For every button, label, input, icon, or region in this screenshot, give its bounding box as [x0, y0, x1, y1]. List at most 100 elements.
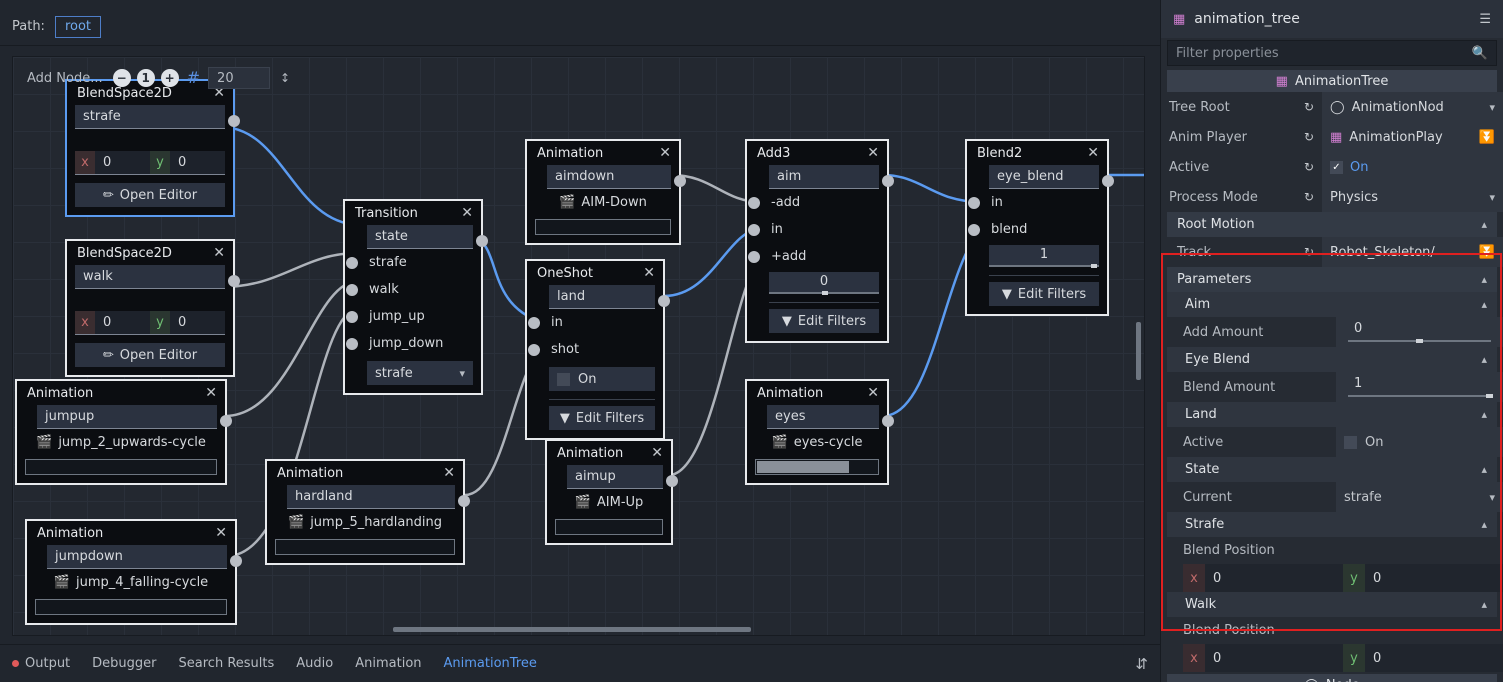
output-port[interactable] [220, 415, 232, 427]
checkbox-icon[interactable] [1344, 436, 1357, 449]
snap-stepper[interactable]: ↕ [276, 72, 290, 84]
node-titlebar[interactable]: Animation ✕ [547, 441, 671, 465]
axis-x-value[interactable]: 0 [95, 151, 150, 174]
property-row-root-motion-track[interactable]: Track ↻ Robot_Skeleton/ ⏬ [1161, 237, 1503, 267]
property-value-checkbox[interactable]: ✓ On [1322, 152, 1503, 182]
graph-node-add3[interactable]: Add3 ✕ aim -add in +add 0 [745, 139, 889, 343]
node-name-input[interactable]: land [549, 285, 655, 309]
section-eye-blend[interactable]: Eye Blend ▴ [1167, 347, 1497, 372]
input-slot[interactable]: in [535, 309, 655, 336]
bottom-tab-output[interactable]: Output [12, 656, 70, 671]
property-row-state-current[interactable]: Current strafe ▾ [1161, 482, 1503, 512]
node-titlebar[interactable]: Add3 ✕ [747, 141, 887, 165]
property-value-slider[interactable]: 1 [1336, 372, 1503, 402]
output-port[interactable] [882, 175, 894, 187]
close-icon[interactable]: ✕ [643, 266, 655, 280]
node-name-input[interactable]: jumpdown [47, 545, 227, 569]
graph-vertical-scrollbar[interactable] [1136, 322, 1141, 380]
chevron-down-icon[interactable]: ▾ [1489, 191, 1495, 204]
graph-node-blendspace2d-strafe[interactable]: BlendSpace2D ✕ strafe x 0 y 0 ✏ Open Edi… [65, 79, 235, 217]
graph-node-blendspace2d-walk[interactable]: BlendSpace2D ✕ walk x 0 y 0 ✏ Open Edito… [65, 239, 235, 377]
node-titlebar[interactable]: Blend2 ✕ [967, 141, 1107, 165]
axis-y-value[interactable]: 0 [170, 311, 225, 334]
revert-icon[interactable]: ↻ [1296, 245, 1322, 259]
close-icon[interactable]: ✕ [213, 246, 225, 260]
open-editor-button[interactable]: ✏ Open Editor [75, 343, 225, 367]
graph-node-blend2[interactable]: Blend2 ✕ eye_blend in blend 1 [965, 139, 1109, 316]
blend-position-vector[interactable]: x 0 y 0 [75, 311, 225, 335]
chevron-up-icon[interactable]: ▴ [1481, 298, 1487, 311]
input-slot[interactable]: -add [755, 189, 879, 216]
close-icon[interactable]: ✕ [443, 466, 455, 480]
blend-position-vector[interactable]: x 0 y 0 [75, 151, 225, 175]
revert-icon[interactable]: ↻ [1296, 160, 1322, 174]
chevron-up-icon[interactable]: ▴ [1481, 273, 1487, 286]
input-slot[interactable]: shot [535, 336, 655, 363]
chevron-down-icon[interactable]: ▾ [1489, 491, 1495, 504]
property-row-tree-root[interactable]: Tree Root ↻ ◯ AnimationNod ▾ [1161, 92, 1503, 122]
object-tools-icon[interactable]: ☰ [1479, 12, 1491, 27]
input-slot[interactable]: in [975, 189, 1099, 216]
slider[interactable]: 0 [1344, 321, 1495, 343]
node-name-input[interactable]: eyes [767, 405, 879, 429]
node-titlebar[interactable]: Animation ✕ [27, 521, 235, 545]
chevron-up-icon[interactable]: ▴ [1481, 463, 1487, 476]
graph-node-transition[interactable]: Transition ✕ state strafe walk jump_up [343, 199, 483, 395]
bottom-tab-debugger[interactable]: Debugger [92, 656, 156, 671]
input-port[interactable] [528, 317, 540, 329]
property-value-checkbox[interactable]: On [1336, 427, 1503, 457]
snap-value-input[interactable]: 20 [208, 67, 270, 89]
close-icon[interactable]: ✕ [867, 386, 879, 400]
graph-node-animation-aimup[interactable]: Animation ✕ aimup 🎬 AIM-Up [545, 439, 673, 545]
checkbox-icon[interactable]: ✓ [1330, 161, 1343, 174]
filter-properties-input[interactable] [1176, 46, 1472, 61]
search-icon[interactable]: 🔍 [1472, 46, 1488, 61]
slider-knob[interactable] [1416, 339, 1423, 343]
revert-icon[interactable]: ↻ [1296, 100, 1322, 114]
output-port[interactable] [674, 175, 686, 187]
graph-horizontal-scrollbar[interactable] [393, 627, 751, 632]
edit-filters-button[interactable]: ▼ Edit Filters [989, 282, 1099, 306]
property-row-aim-add-amount[interactable]: Add Amount 0 [1161, 317, 1503, 347]
input-port[interactable] [748, 224, 760, 236]
graph-node-animation-hardland[interactable]: Animation ✕ hardland 🎬 jump_5_hardlandin… [265, 459, 465, 565]
axis-x-value[interactable]: 0 [95, 311, 150, 334]
zoom-reset-button[interactable]: 1 [137, 69, 155, 87]
node-titlebar[interactable]: Animation ✕ [527, 141, 679, 165]
property-row-land-active[interactable]: Active On [1161, 427, 1503, 457]
slider-knob[interactable] [1091, 264, 1097, 268]
close-icon[interactable]: ✕ [215, 526, 227, 540]
graph-node-oneshot[interactable]: OneShot ✕ land in shot On [525, 259, 665, 440]
add-amount-slider[interactable]: 0 [769, 272, 879, 294]
close-icon[interactable]: ✕ [461, 206, 473, 220]
section-walk[interactable]: Walk ▴ [1167, 592, 1497, 617]
section-land[interactable]: Land ▴ [1167, 402, 1497, 427]
property-value-nodepath[interactable]: ▦ AnimationPlay ⏬ [1322, 122, 1503, 152]
open-editor-button[interactable]: ✏ Open Editor [75, 183, 225, 207]
node-name-input[interactable]: walk [75, 265, 225, 289]
input-port[interactable] [346, 338, 358, 350]
node-titlebar[interactable]: Animation ✕ [17, 381, 225, 405]
bottom-tab-animationtree[interactable]: AnimationTree [444, 656, 537, 671]
close-icon[interactable]: ✕ [651, 446, 663, 460]
node-name-input[interactable]: aimup [567, 465, 663, 489]
assign-node-icon[interactable]: ⏬ [1479, 245, 1495, 260]
property-value-dropdown[interactable]: Physics ▾ [1322, 182, 1503, 212]
close-icon[interactable]: ✕ [1087, 146, 1099, 160]
vector2-walk-blend-position[interactable]: x 0 y 0 [1161, 644, 1503, 672]
input-port[interactable] [346, 257, 358, 269]
vector2-strafe-blend-position[interactable]: x 0 y 0 [1161, 564, 1503, 592]
chevron-up-icon[interactable]: ▴ [1481, 218, 1487, 231]
property-value-slider[interactable]: 0 [1336, 317, 1503, 347]
graph-node-animation-jumpdown[interactable]: Animation ✕ jumpdown 🎬 jump_4_falling-cy… [25, 519, 237, 625]
property-value-dropdown[interactable]: ◯ AnimationNod ▾ [1322, 92, 1503, 122]
node-name-input[interactable]: hardland [287, 485, 455, 509]
output-port[interactable] [228, 115, 240, 127]
input-port[interactable] [748, 251, 760, 263]
slider-knob[interactable] [822, 291, 828, 295]
close-icon[interactable]: ✕ [659, 146, 671, 160]
input-slot[interactable]: jump_down [353, 330, 473, 357]
property-row-process-mode[interactable]: Process Mode ↻ Physics ▾ [1161, 182, 1503, 212]
bottom-tab-audio[interactable]: Audio [296, 656, 333, 671]
section-state[interactable]: State ▴ [1167, 457, 1497, 482]
